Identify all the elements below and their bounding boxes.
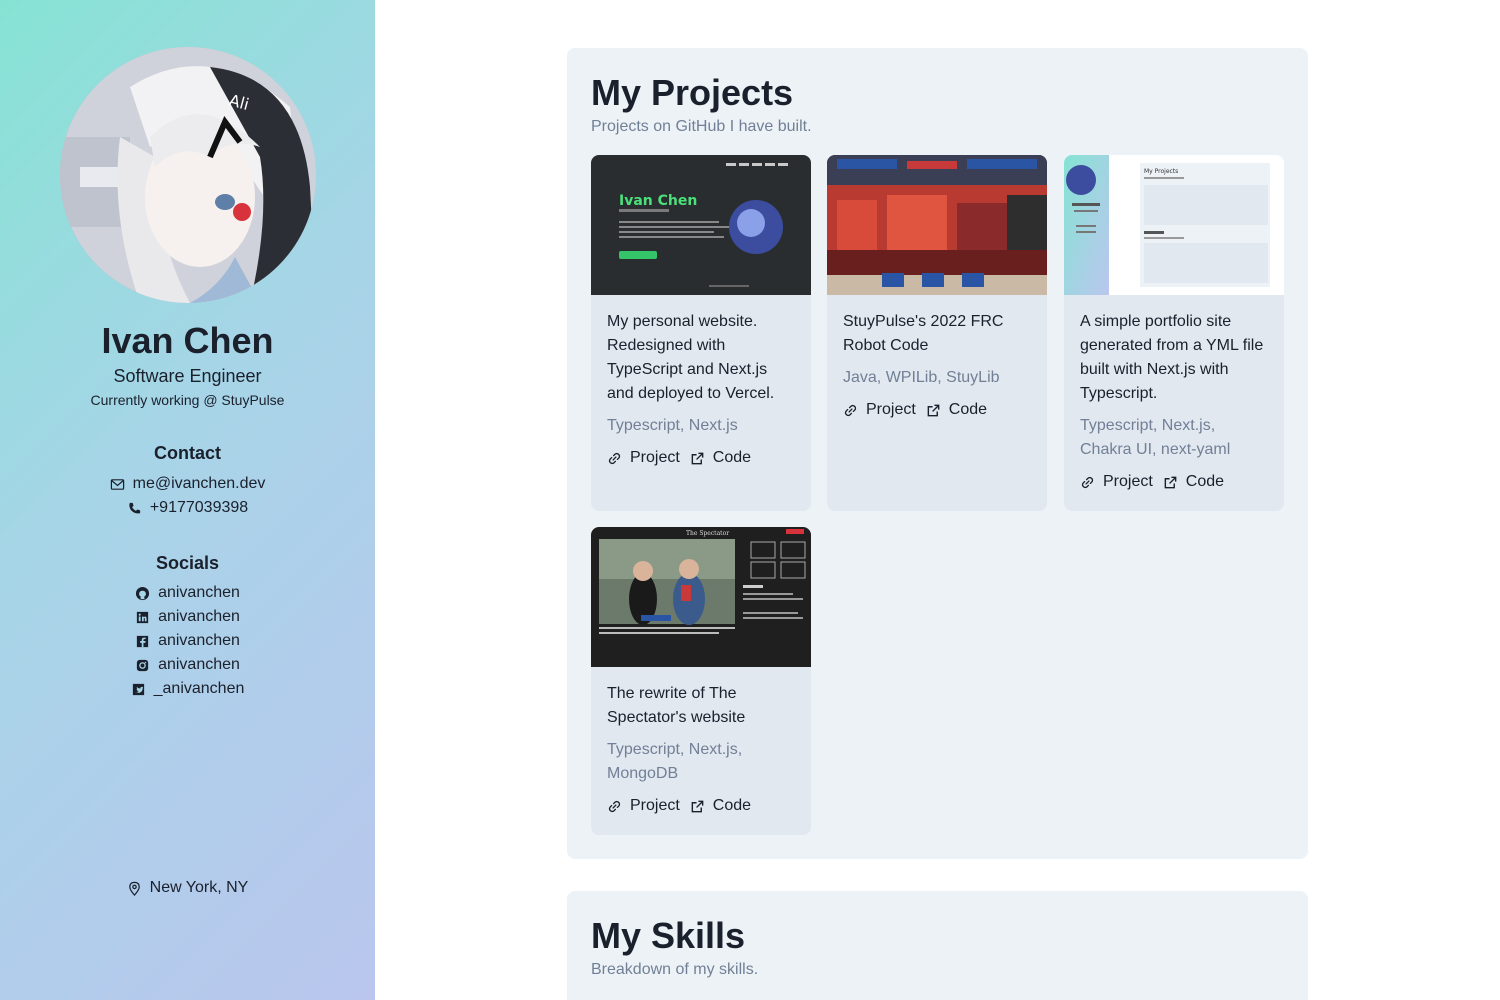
project-link-label: Project [1103,473,1153,490]
project-description: StuyPulse's 2022 FRC Robot Code [843,313,1004,354]
thumbnail-title: The Spectator [686,530,729,537]
project-links: Project Code [1080,470,1234,494]
location-text: New York, NY [149,879,249,896]
code-link[interactable]: Code [690,449,751,467]
project-tech: Java, WPILib, StuyLib [843,369,1000,386]
social-twitter[interactable]: _anivanchen [0,677,375,701]
profile-sidebar: Ali Ivan Chen Software Engineer Currentl… [0,0,375,1000]
thumbnail-title: Ivan Chen [619,193,697,209]
project-tech: Typescript, Next.js [607,417,738,434]
social-linkedin[interactable]: anivanchen [0,605,375,629]
project-link[interactable]: Project [1080,473,1153,491]
link-icon [608,452,621,464]
external-link-icon [1164,476,1177,488]
social-instagram[interactable]: anivanchen [0,653,375,677]
project-tech: Typescript, Next.js, MongoDB [607,741,743,782]
project-link[interactable]: Project [607,449,680,467]
external-link-icon [691,452,704,464]
social-instagram-label: anivanchen [158,656,240,673]
github-icon [136,586,150,600]
project-tech: Typescript, Next.js, Chakra UI, next-yam… [1080,417,1231,458]
code-link[interactable]: Code [1163,473,1224,491]
social-facebook-label: anivanchen [158,632,240,649]
contact-email-text: me@ivanchen.dev [132,475,266,492]
social-github[interactable]: anivanchen [0,581,375,605]
project-thumbnail[interactable]: My Projects [1064,155,1284,295]
phone-icon [129,502,140,513]
contact-heading: Contact [154,443,221,463]
project-thumbnail[interactable] [827,155,1047,295]
project-links: Project Code [607,446,761,470]
project-card: StuyPulse's 2022 FRC Robot Code Java, WP… [827,155,1047,511]
location-pin-icon [128,881,140,896]
social-linkedin-label: anivanchen [158,608,240,625]
mail-icon [110,478,124,490]
linkedin-icon [136,611,149,623]
project-link-label: Project [630,797,680,814]
social-github-label: anivanchen [158,584,240,601]
facebook-icon [136,635,149,647]
skills-title: My Skills [591,915,746,956]
social-facebook[interactable]: anivanchen [0,629,375,653]
avatar: Ali [60,47,316,303]
contact-phone[interactable]: +9177039398 [0,496,375,520]
link-icon [844,404,857,416]
location: New York, NY [0,876,375,900]
project-description: A simple portfolio site generated from a… [1080,313,1264,402]
projects-subtitle: Projects on GitHub I have built. [591,118,812,135]
skills-subtitle: Breakdown of my skills. [591,961,759,978]
skills-panel: My Skills Breakdown of my skills. [567,891,1308,1000]
projects-title: My Projects [591,72,794,113]
project-thumbnail[interactable]: Ivan Chen [591,155,811,295]
project-card: My Projects A simple portfolio site gene… [1064,155,1284,511]
link-icon [1081,476,1094,488]
instagram-icon [136,659,149,671]
code-link-label: Code [712,449,752,466]
contact-email[interactable]: me@ivanchen.dev [0,472,375,496]
project-link[interactable]: Project [843,401,916,419]
code-link[interactable]: Code [926,401,987,419]
code-link-label: Code [712,797,752,814]
contact-phone-text: +9177039398 [149,499,249,516]
external-link-icon [927,404,940,416]
code-link-label: Code [1185,473,1225,490]
project-links: Project Code [607,794,761,818]
socials-heading: Socials [155,553,220,573]
projects-panel: My Projects Projects on GitHub I have bu… [567,48,1308,859]
project-description: The rewrite of The Spectator's website [607,685,746,726]
project-link-label: Project [866,401,916,418]
project-card: Ivan Chen My personal website. Redesigne… [591,155,811,511]
thumbnail-title: My Projects [1144,168,1178,175]
project-thumbnail[interactable]: The Spectator [591,527,811,667]
profile-role: Software Engineer [113,366,262,386]
link-icon [608,800,621,812]
project-description: My personal website. Redesigned with Typ… [607,313,775,402]
project-link[interactable]: Project [607,797,680,815]
profile-working: Currently working @ StuyPulse [90,392,285,408]
profile-name: Ivan Chen [101,320,274,361]
social-twitter-label: _anivanchen [153,680,245,697]
project-card: The Spectator The rewrite of The Spectat… [591,527,811,835]
code-link-label: Code [948,401,988,418]
code-link[interactable]: Code [690,797,751,815]
project-links: Project Code [843,398,997,422]
external-link-icon [691,800,704,812]
project-link-label: Project [630,449,680,466]
twitter-icon [132,683,144,695]
